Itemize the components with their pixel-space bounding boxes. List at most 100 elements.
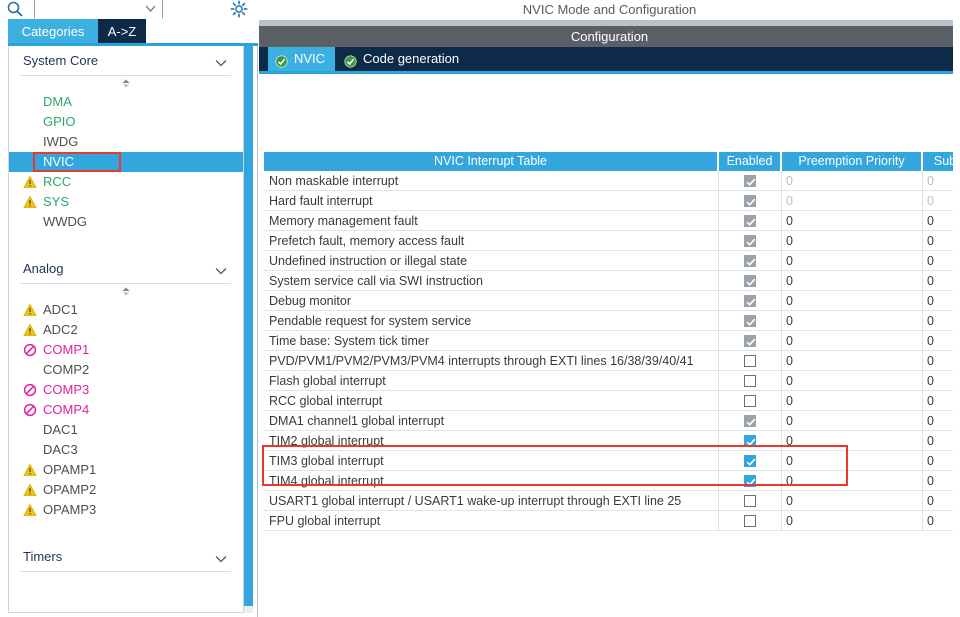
sub-priority-value[interactable]: 0 — [927, 331, 934, 351]
table-row[interactable]: Flash global interrupt 0 0 — [264, 371, 960, 391]
section-header-system-core[interactable]: System Core — [21, 46, 231, 76]
sidebar-item-wwdg[interactable]: WWDG — [9, 212, 243, 232]
tab-code-generation[interactable]: Code generation — [337, 47, 470, 71]
enabled-checkbox[interactable] — [743, 255, 756, 267]
sub-priority-value[interactable]: 0 — [927, 451, 934, 471]
enabled-cell[interactable] — [719, 471, 780, 491]
table-row[interactable]: Non maskable interrupt 0 0 — [264, 171, 960, 191]
enabled-cell[interactable] — [719, 491, 780, 511]
sub-priority-value[interactable]: 0 — [927, 391, 934, 411]
sub-priority-value[interactable]: 0 — [927, 191, 934, 211]
table-row[interactable]: RCC global interrupt 0 0 — [264, 391, 960, 411]
enabled-cell[interactable] — [719, 391, 780, 411]
preemption-priority-value[interactable]: 0 — [786, 511, 793, 531]
sub-priority-value[interactable]: 0 — [927, 431, 934, 451]
preemption-priority-value[interactable]: 0 — [786, 351, 793, 371]
sidebar-item-rcc[interactable]: RCC — [9, 172, 243, 192]
enabled-cell[interactable] — [719, 371, 780, 391]
preemption-priority-value[interactable]: 0 — [786, 191, 793, 211]
preemption-priority-value[interactable]: 0 — [786, 471, 793, 491]
column-header-preemption-priority[interactable]: Preemption Priority — [782, 152, 921, 171]
table-row[interactable]: DMA1 channel1 global interrupt 0 0 — [264, 411, 960, 431]
enabled-cell[interactable] — [719, 431, 780, 451]
preemption-priority-value[interactable]: 0 — [786, 431, 793, 451]
sub-priority-value[interactable]: 0 — [927, 291, 934, 311]
enabled-checkbox[interactable] — [743, 295, 756, 307]
column-header-name[interactable]: NVIC Interrupt Table — [264, 152, 717, 171]
sub-priority-value[interactable]: 0 — [927, 411, 934, 431]
sidebar-item-adc2[interactable]: ADC2 — [9, 320, 243, 340]
enabled-checkbox[interactable] — [743, 195, 756, 207]
enabled-checkbox[interactable] — [743, 435, 756, 447]
sub-priority-value[interactable]: 0 — [927, 231, 934, 251]
enabled-checkbox[interactable] — [743, 215, 756, 227]
preemption-priority-value[interactable]: 0 — [786, 231, 793, 251]
enabled-cell[interactable] — [719, 411, 780, 431]
preemption-priority-value[interactable]: 0 — [786, 291, 793, 311]
category-filter-combobox[interactable] — [34, 0, 163, 19]
table-row[interactable]: Debug monitor 0 0 — [264, 291, 960, 311]
table-row[interactable]: FPU global interrupt 0 0 — [264, 511, 960, 531]
sidebar-item-dac3[interactable]: DAC3 — [9, 440, 243, 460]
table-row[interactable]: Time base: System tick timer 0 0 — [264, 331, 960, 351]
sub-priority-value[interactable]: 0 — [927, 211, 934, 231]
enabled-cell[interactable] — [719, 351, 780, 371]
sub-priority-value[interactable]: 0 — [927, 471, 934, 491]
table-row[interactable]: USART1 global interrupt / USART1 wake-up… — [264, 491, 960, 511]
sidebar-item-iwdg[interactable]: IWDG — [9, 132, 243, 152]
preemption-priority-value[interactable]: 0 — [786, 251, 793, 271]
enabled-checkbox[interactable] — [743, 495, 756, 507]
table-row[interactable]: PVD/PVM1/PVM2/PVM3/PVM4 interrupts throu… — [264, 351, 960, 371]
preemption-priority-value[interactable]: 0 — [786, 371, 793, 391]
sub-priority-value[interactable]: 0 — [927, 251, 934, 271]
table-row[interactable]: Pendable request for system service 0 0 — [264, 311, 960, 331]
search-icon[interactable] — [6, 0, 24, 18]
enabled-checkbox[interactable] — [743, 395, 756, 407]
enabled-cell[interactable] — [719, 251, 780, 271]
enabled-cell[interactable] — [719, 451, 780, 471]
table-row[interactable]: TIM2 global interrupt 0 0 — [264, 431, 960, 451]
enabled-checkbox[interactable] — [743, 315, 756, 327]
enabled-checkbox[interactable] — [743, 375, 756, 387]
sidebar-item-comp1[interactable]: COMP1 — [9, 340, 243, 360]
sub-priority-value[interactable]: 0 — [927, 511, 934, 531]
preemption-priority-value[interactable]: 0 — [786, 411, 793, 431]
tab-categories[interactable]: Categories — [8, 19, 98, 44]
enabled-checkbox[interactable] — [743, 235, 756, 247]
sidebar-item-opamp1[interactable]: OPAMP1 — [9, 460, 243, 480]
scroll-up-indicator[interactable] — [9, 284, 243, 300]
preemption-priority-value[interactable]: 0 — [786, 391, 793, 411]
enabled-checkbox[interactable] — [743, 515, 756, 527]
sub-priority-value[interactable]: 0 — [927, 351, 934, 371]
enabled-checkbox[interactable] — [743, 355, 756, 367]
scroll-up-indicator[interactable] — [9, 76, 243, 92]
sub-priority-value[interactable]: 0 — [927, 171, 934, 191]
enabled-cell[interactable] — [719, 171, 780, 191]
preemption-priority-value[interactable]: 0 — [786, 451, 793, 471]
tab-nvic[interactable]: NVIC — [268, 47, 336, 71]
sub-priority-value[interactable]: 0 — [927, 271, 934, 291]
sidebar-item-comp4[interactable]: COMP4 — [9, 400, 243, 420]
sidebar-item-opamp2[interactable]: OPAMP2 — [9, 480, 243, 500]
tab-a-to-z[interactable]: A->Z — [98, 19, 146, 44]
table-row[interactable]: Undefined instruction or illegal state 0 0 — [264, 251, 960, 271]
enabled-cell[interactable] — [719, 511, 780, 531]
preemption-priority-value[interactable]: 0 — [786, 331, 793, 351]
sidebar-item-dac1[interactable]: DAC1 — [9, 420, 243, 440]
column-header-enabled[interactable]: Enabled — [719, 152, 780, 171]
section-header-analog[interactable]: Analog — [21, 254, 231, 284]
table-row[interactable]: Hard fault interrupt 0 0 — [264, 191, 960, 211]
preemption-priority-value[interactable]: 0 — [786, 171, 793, 191]
sidebar-item-comp3[interactable]: COMP3 — [9, 380, 243, 400]
enabled-cell[interactable] — [719, 291, 780, 311]
preemption-priority-value[interactable]: 0 — [786, 211, 793, 231]
sidebar-scrollbar[interactable] — [244, 46, 253, 613]
preemption-priority-value[interactable]: 0 — [786, 491, 793, 511]
enabled-cell[interactable] — [719, 271, 780, 291]
sidebar-item-gpio[interactable]: GPIO — [9, 112, 243, 132]
sub-priority-value[interactable]: 0 — [927, 311, 934, 331]
table-row[interactable]: System service call via SWI instruction 0… — [264, 271, 960, 291]
sidebar-item-dma[interactable]: DMA — [9, 92, 243, 112]
enabled-checkbox[interactable] — [743, 175, 756, 187]
sub-priority-value[interactable]: 0 — [927, 491, 934, 511]
